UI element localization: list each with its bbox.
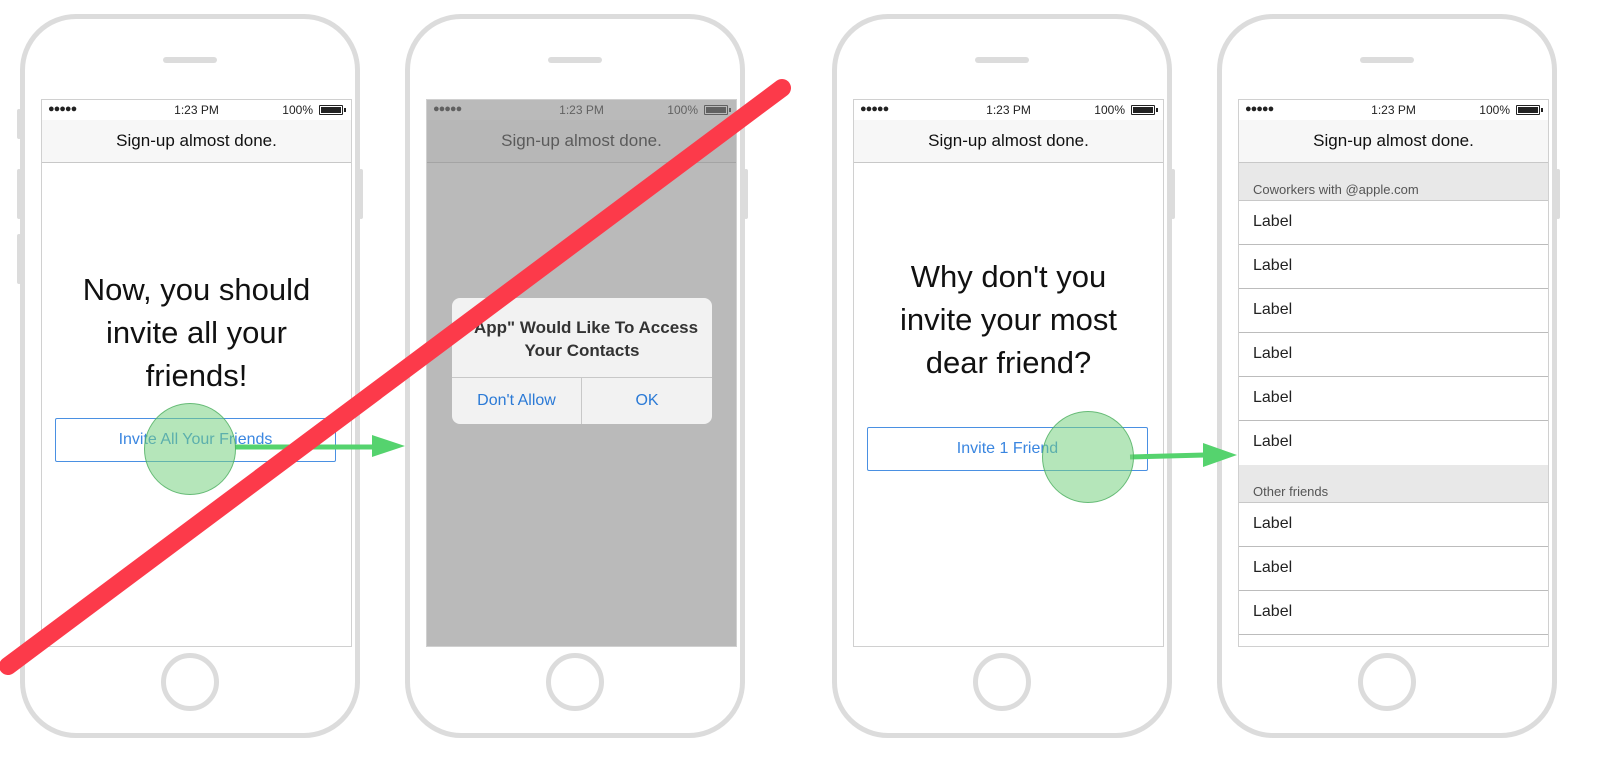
list-item-label: Label — [1253, 515, 1293, 532]
list-item-label: Label — [1253, 213, 1293, 230]
section-header-label: Coworkers with @apple.com — [1253, 182, 1419, 197]
status-bar: ●●●●● 1:23 PM 100% — [1239, 100, 1548, 120]
screen: ●●●●● 1:23 PM 100% Sign-up almost done. … — [853, 99, 1164, 647]
list-item[interactable]: Label — [1239, 245, 1548, 289]
battery-percent: 100% — [1479, 103, 1510, 117]
touch-indicator-icon — [1042, 411, 1134, 503]
status-bar: ●●●●● 1:23 PM 100% — [42, 100, 351, 120]
list-item[interactable]: Label — [1239, 503, 1548, 547]
speaker — [548, 57, 602, 63]
list-item[interactable]: Label — [1239, 333, 1548, 377]
screen: ●●●●● 1:23 PM 100% Sign-up almost done. … — [426, 99, 737, 647]
battery-icon — [1516, 105, 1543, 115]
alert-title: "App" Would Like To Access Your Contacts — [465, 318, 699, 360]
phone-3: ●●●●● 1:23 PM 100% Sign-up almost done. … — [832, 14, 1175, 738]
battery-icon — [319, 105, 346, 115]
ok-button[interactable]: OK — [582, 378, 712, 424]
contacts-permission-alert: "App" Would Like To Access Your Contacts… — [452, 298, 712, 424]
headline: Now, you should invite all your friends! — [82, 272, 311, 393]
screen: ●●●●● 1:23 PM 100% Sign-up almost done. … — [1238, 99, 1549, 647]
list-item-label: Label — [1253, 559, 1293, 576]
list-item[interactable]: Label — [1239, 201, 1548, 245]
dont-allow-button[interactable]: Don't Allow — [452, 378, 582, 424]
phone-4: ●●●●● 1:23 PM 100% Sign-up almost done. … — [1217, 14, 1560, 738]
side-button — [1556, 169, 1560, 219]
nav-title: Sign-up almost done. — [1239, 120, 1548, 163]
speaker — [975, 57, 1029, 63]
status-bar: ●●●●● 1:23 PM 100% — [854, 100, 1163, 120]
home-button[interactable] — [973, 653, 1031, 711]
phone-2: ●●●●● 1:23 PM 100% Sign-up almost done. … — [405, 14, 748, 738]
section-header-coworkers: Coworkers with @apple.com — [1239, 163, 1548, 201]
list-item-label: Label — [1253, 603, 1293, 620]
speaker — [1360, 57, 1414, 63]
list-item-label: Label — [1253, 389, 1293, 406]
speaker — [163, 57, 217, 63]
home-button[interactable] — [546, 653, 604, 711]
headline: Why don't you invite your most dear frie… — [899, 259, 1118, 380]
side-button — [17, 234, 21, 284]
list-item[interactable]: Label — [1239, 289, 1548, 333]
list-item-label: Label — [1253, 433, 1293, 450]
side-button — [1171, 169, 1175, 219]
battery-icon — [1131, 105, 1158, 115]
battery-percent: 100% — [282, 103, 313, 117]
home-button[interactable] — [161, 653, 219, 711]
phone-1: ●●●●● 1:23 PM 100% Sign-up almost done. … — [17, 14, 363, 738]
list-item[interactable]: Label — [1239, 591, 1548, 635]
touch-indicator-icon — [144, 403, 236, 495]
side-button — [359, 169, 363, 219]
battery-percent: 100% — [1094, 103, 1125, 117]
side-button — [17, 109, 21, 139]
list-item[interactable]: Label — [1239, 377, 1548, 421]
home-button[interactable] — [1358, 653, 1416, 711]
section-header-label: Other friends — [1253, 484, 1329, 499]
list-item-label: Label — [1253, 301, 1293, 318]
nav-title: Sign-up almost done. — [42, 120, 351, 163]
alert-actions: Don't Allow OK — [452, 377, 712, 424]
list-item[interactable]: Label — [1239, 421, 1548, 465]
screen: ●●●●● 1:23 PM 100% Sign-up almost done. … — [41, 99, 352, 647]
side-button — [17, 169, 21, 219]
side-button — [744, 169, 748, 219]
list-item-label: Label — [1253, 345, 1293, 362]
section-header-other-friends: Other friends — [1239, 465, 1548, 503]
nav-title: Sign-up almost done. — [854, 120, 1163, 163]
list-item-label: Label — [1253, 257, 1293, 274]
list-item[interactable]: Label — [1239, 547, 1548, 591]
